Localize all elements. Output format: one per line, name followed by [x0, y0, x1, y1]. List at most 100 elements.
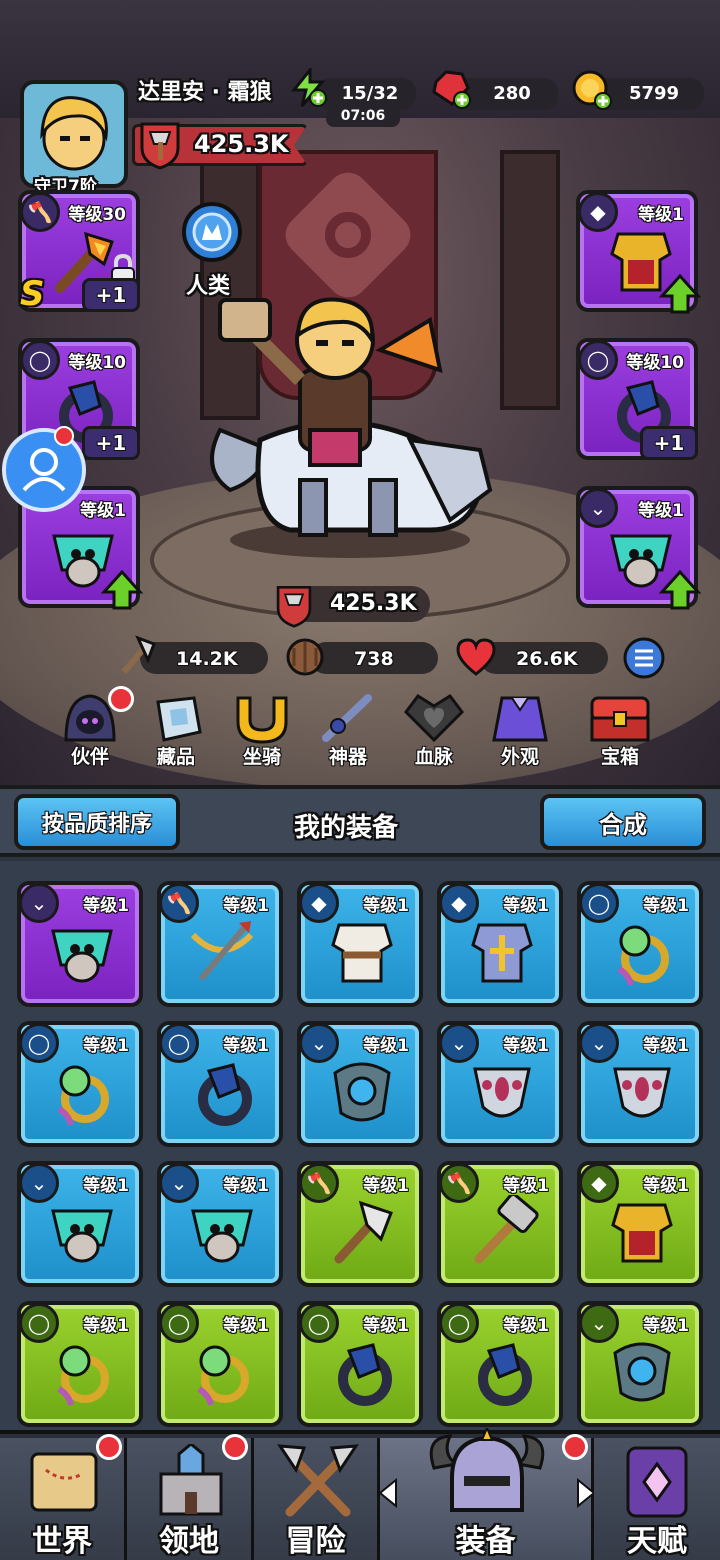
tab-talent[interactable]: 天赋: [594, 1438, 720, 1560]
blue-pendant-icon: [333, 1062, 391, 1122]
inventory-item-gem-pendant[interactable]: 等级1 ⌄: [577, 1021, 703, 1147]
ruby-gem-icon[interactable]: [430, 68, 472, 110]
nav-appearance[interactable]: 外观: [482, 692, 558, 774]
heart-hp-icon: [456, 638, 496, 676]
power-axe-shield-icon: [276, 585, 312, 628]
weapon-type-badge: 🪓: [439, 1163, 479, 1203]
stats-detail-list-icon[interactable]: [622, 636, 666, 680]
item-level: 等级1: [643, 1176, 689, 1196]
item-level: 等级1: [643, 896, 689, 916]
ring-type-badge: ◯: [20, 340, 60, 380]
race-label: 人类: [186, 274, 231, 299]
inventory-item-amulet[interactable]: 等级1 ⌄: [17, 881, 143, 1007]
ring-type-badge: ◯: [19, 1023, 59, 1063]
item-level: 等级1: [83, 896, 129, 916]
equipped-amulet-slot-2[interactable]: 等级1 ⌄: [576, 486, 702, 610]
profile-notification-dot: [54, 426, 74, 446]
inventory-item-blue-pendant[interactable]: 等级1 ⌄: [297, 1021, 423, 1147]
nav-label: 藏品: [156, 746, 195, 768]
item-level: 等级1: [363, 1036, 409, 1056]
item-level: 等级1: [223, 1036, 269, 1056]
inventory-item-leather-armor[interactable]: 等级1 ◆: [297, 881, 423, 1007]
slot-level: 等级1: [638, 501, 684, 521]
inventory-item-amulet[interactable]: 等级1 ⌄: [17, 1161, 143, 1287]
item-level: 等级1: [83, 1036, 129, 1056]
dark-ring-icon: [478, 1343, 532, 1406]
amulet-icon: [51, 1209, 113, 1263]
spellbook-icon: [626, 1446, 688, 1518]
amulet-icon: [191, 1209, 253, 1263]
inventory-item-dark-ring[interactable]: 等级1 ◯: [297, 1301, 423, 1427]
sort-by-quality-button[interactable]: 按品质排序: [14, 794, 180, 850]
nav-collection[interactable]: 藏品: [138, 692, 214, 774]
inventory-item-amulet[interactable]: 等级1 ⌄: [157, 1161, 283, 1287]
equipped-weapon-slot[interactable]: 等级30 🪓 S +1: [18, 190, 140, 314]
inventory-item-green-ring[interactable]: 等级1 ◯: [17, 1021, 143, 1147]
nav-mount[interactable]: 坐骑: [224, 692, 300, 774]
tab-label: 天赋: [627, 1524, 687, 1559]
profile-float-button[interactable]: [2, 428, 86, 512]
armor-type-badge: ◆: [439, 883, 479, 923]
power-axe-shield-icon: [140, 122, 180, 170]
plate-armor-icon: [471, 923, 533, 983]
tab-label: 冒险: [285, 1524, 346, 1559]
nav-bloodline[interactable]: 血脉: [396, 692, 472, 774]
inventory-item-armor[interactable]: 等级1 ◆: [577, 1161, 703, 1287]
inventory-item-blue-pendant[interactable]: 等级1 ⌄: [577, 1301, 703, 1427]
item-level: 等级1: [363, 1316, 409, 1336]
human-race-icon[interactable]: [180, 200, 244, 264]
green-ring-icon: [617, 925, 669, 986]
hero-power-value: 425.3K: [330, 591, 417, 616]
inventory-item-green-ring[interactable]: 等级1 ◯: [577, 881, 703, 1007]
item-level: 等级1: [83, 1176, 129, 1196]
tab-equipment[interactable]: 装备: [378, 1428, 596, 1560]
gems-value: 280: [493, 83, 531, 104]
amulet-icon: [51, 929, 113, 983]
ring-type-badge: ◯: [439, 1303, 479, 1343]
inventory-item-plate-armor[interactable]: 等级1 ◆: [437, 881, 563, 1007]
green-ring-icon: [57, 1345, 109, 1406]
green-ring-icon: [57, 1065, 109, 1126]
castle-icon: [159, 1444, 223, 1516]
item-level: 等级1: [223, 896, 269, 916]
item-level: 等级1: [503, 1316, 549, 1336]
armor-type-badge: ◆: [299, 883, 339, 923]
item-level: 等级1: [643, 1316, 689, 1336]
tab-label: 领地: [159, 1524, 219, 1559]
energy-bolt-icon[interactable]: [288, 68, 328, 108]
inventory-item-green-ring[interactable]: 等级1 ◯: [157, 1301, 283, 1427]
ring-type-badge: ◯: [579, 883, 619, 923]
world-map-icon: [30, 1452, 98, 1512]
slot-level: 等级10: [68, 353, 126, 373]
territory-notification-dot: [222, 1434, 248, 1460]
tab-adventure[interactable]: 冒险: [254, 1438, 380, 1560]
stamina-timer: 07:06: [340, 108, 386, 124]
inventory-item-dark-ring[interactable]: 等级1 ◯: [157, 1021, 283, 1147]
nav-chest[interactable]: 宝箱: [582, 692, 658, 774]
equipped-ring-slot-2[interactable]: 等级10 ◯ +1: [576, 338, 698, 460]
ring-type-badge: ◯: [299, 1303, 339, 1343]
panel-title: 我的装备: [294, 813, 399, 843]
player-name: 达里安 · 霜狼: [138, 80, 272, 105]
gold-coin-icon[interactable]: [570, 68, 614, 112]
hero-on-wolf[interactable]: [200, 280, 500, 570]
inventory-item-hammer[interactable]: 等级1 🪓: [437, 1161, 563, 1287]
cape-appearance-icon: [492, 696, 548, 742]
inventory-item-dark-ring[interactable]: 等级1 ◯: [437, 1301, 563, 1427]
slot-level: 等级1: [80, 501, 126, 521]
item-level: 等级1: [223, 1176, 269, 1196]
inventory-item-green-ring[interactable]: 等级1 ◯: [17, 1301, 143, 1427]
equipped-armor-slot[interactable]: 等级1 ◆: [576, 190, 702, 314]
inventory-item-axe[interactable]: 等级1 🪓: [297, 1161, 423, 1287]
merge-button[interactable]: 合成: [540, 794, 706, 850]
upgrade-arrow-icon: [658, 569, 702, 610]
nav-artifact[interactable]: 神器: [310, 692, 386, 774]
inventory-item-crossbow[interactable]: 等级1 🪓: [157, 881, 283, 1007]
inventory-item-gem-pendant[interactable]: 等级1 ⌄: [437, 1021, 563, 1147]
upgrade-arrow-icon: [100, 569, 144, 610]
dark-ring-icon: [338, 1343, 392, 1406]
crossed-axes-icon: [277, 1444, 359, 1517]
bottom-nav: 世界 领地 冒险 装备 天赋: [0, 1428, 720, 1560]
companion-notification-dot: [108, 686, 134, 712]
amulet-type-badge: ⌄: [299, 1023, 339, 1063]
